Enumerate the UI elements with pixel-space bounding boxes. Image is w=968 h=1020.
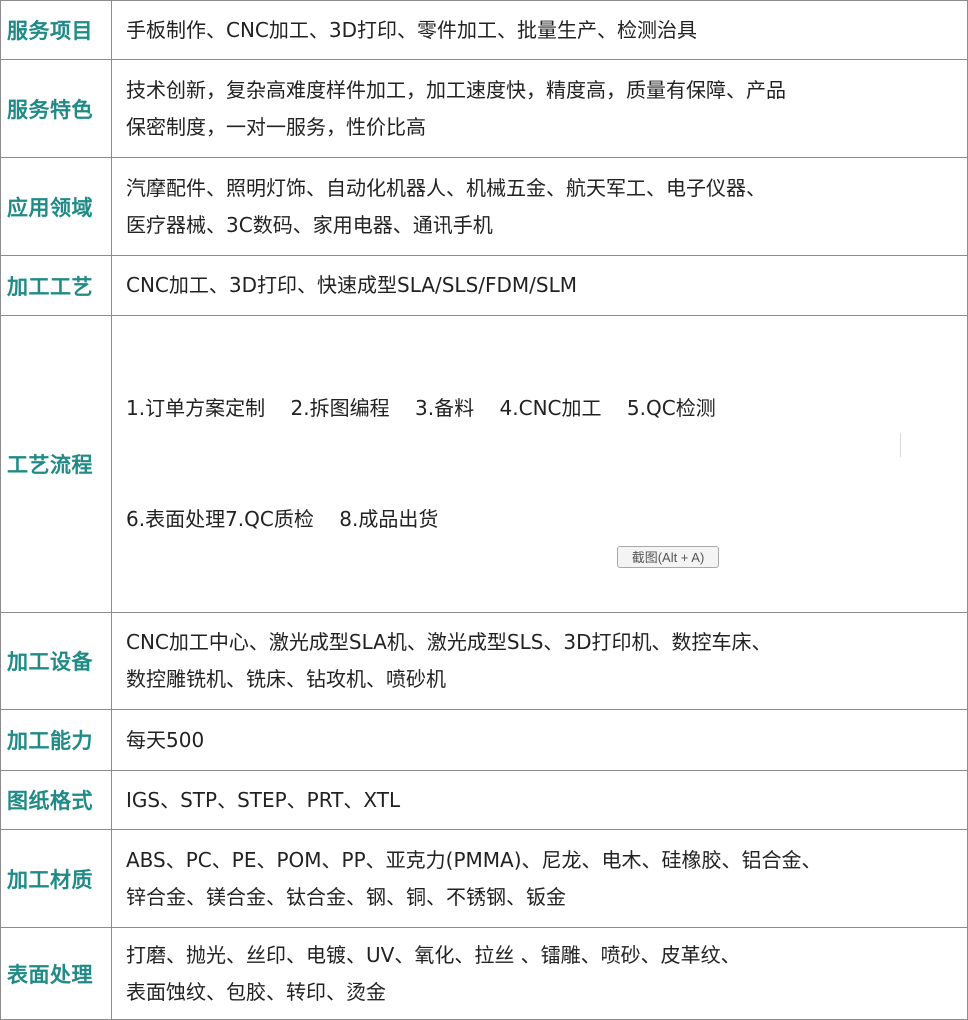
row-label: 加工设备	[0, 612, 112, 710]
row-value: CNC加工中心、激光成型SLA机、激光成型SLS、3D打印机、数控车床、 数控雕…	[111, 612, 968, 710]
row-service-items: 服务项目 手板制作、CNC加工、3D打印、零件加工、批量生产、检测治具	[0, 0, 968, 60]
row-value: 技术创新，复杂高难度样件加工，加工速度快，精度高，质量有保障、产品 保密制度，一…	[111, 59, 968, 158]
row-label: 表面处理	[0, 927, 112, 1020]
value-line: 打磨、抛光、丝印、电镀、UV、氧化、拉丝 、镭雕、喷砂、皮革纹、	[126, 942, 741, 967]
row-process-flow: 工艺流程 1.订单方案定制 2.拆图编程 3.备料 4.CNC加工 5.QC检测…	[0, 315, 968, 613]
row-value: CNC加工、3D打印、快速成型SLA/SLS/FDM/SLM	[111, 255, 968, 316]
row-label: 工艺流程	[0, 315, 112, 613]
row-value: 打磨、抛光、丝印、电镀、UV、氧化、拉丝 、镭雕、喷砂、皮革纹、 表面蚀纹、包胶…	[111, 927, 968, 1020]
row-value: IGS、STP、STEP、PRT、XTL	[111, 770, 968, 830]
screenshot-hint-button[interactable]: 截图(Alt + A)	[617, 546, 719, 568]
value-line: 医疗器械、3C数码、家用电器、通讯手机	[126, 212, 493, 237]
row-value: 每天500	[111, 709, 968, 771]
service-spec-table: 服务项目 手板制作、CNC加工、3D打印、零件加工、批量生产、检测治具 服务特色…	[0, 0, 968, 1020]
row-value: 手板制作、CNC加工、3D打印、零件加工、批量生产、检测治具	[111, 0, 968, 60]
row-label: 服务项目	[0, 0, 112, 60]
value-line: CNC加工中心、激光成型SLA机、激光成型SLS、3D打印机、数控车床、	[126, 630, 772, 654]
value-line: 锌合金、镁合金、钛合金、钢、铜、不锈钢、钣金	[126, 884, 566, 909]
row-application-fields: 应用领域 汽摩配件、照明灯饰、自动化机器人、机械五金、航天军工、电子仪器、 医疗…	[0, 157, 968, 256]
row-value: ABS、PC、PE、POM、PP、亚克力(PMMA)、尼龙、电木、硅橡胶、铝合金…	[111, 829, 968, 928]
row-label: 应用领域	[0, 157, 112, 256]
row-service-features: 服务特色 技术创新，复杂高难度样件加工，加工速度快，精度高，质量有保障、产品 保…	[0, 59, 968, 158]
row-label: 图纸格式	[0, 770, 112, 830]
value-line: CNC加工、3D打印、快速成型SLA/SLS/FDM/SLM	[126, 273, 577, 297]
value-line: 保密制度，一对一服务，性价比高	[126, 114, 426, 139]
value-line: 手板制作、CNC加工、3D打印、零件加工、批量生产、检测治具	[126, 17, 698, 42]
row-processing-tech: 加工工艺 CNC加工、3D打印、快速成型SLA/SLS/FDM/SLM	[0, 255, 968, 316]
row-value: 汽摩配件、照明灯饰、自动化机器人、机械五金、航天军工、电子仪器、 医疗器械、3C…	[111, 157, 968, 256]
row-label: 加工材质	[0, 829, 112, 928]
text-caret	[900, 433, 901, 457]
value-line: 每天500	[126, 727, 205, 752]
value-line: 1.订单方案定制 2.拆图编程 3.备料 4.CNC加工 5.QC检测	[126, 396, 716, 420]
row-value: 1.订单方案定制 2.拆图编程 3.备料 4.CNC加工 5.QC检测 6.表面…	[111, 315, 968, 613]
value-line: ABS、PC、PE、POM、PP、亚克力(PMMA)、尼龙、电木、硅橡胶、铝合金…	[126, 847, 822, 872]
row-surface-treatment: 表面处理 打磨、抛光、丝印、电镀、UV、氧化、拉丝 、镭雕、喷砂、皮革纹、 表面…	[0, 927, 968, 1020]
row-drawing-formats: 图纸格式 IGS、STP、STEP、PRT、XTL	[0, 770, 968, 830]
value-line: 汽摩配件、照明灯饰、自动化机器人、机械五金、航天军工、电子仪器、	[126, 175, 766, 200]
row-materials: 加工材质 ABS、PC、PE、POM、PP、亚克力(PMMA)、尼龙、电木、硅橡…	[0, 829, 968, 928]
row-label: 加工工艺	[0, 255, 112, 316]
row-capacity: 加工能力 每天500	[0, 709, 968, 771]
value-line: 6.表面处理7.QC质检 8.成品出货	[126, 507, 439, 531]
value-line: 表面蚀纹、包胶、转印、烫金	[126, 979, 386, 1004]
value-line: IGS、STP、STEP、PRT、XTL	[126, 787, 401, 812]
row-label: 加工能力	[0, 709, 112, 771]
value-line: 技术创新，复杂高难度样件加工，加工速度快，精度高，质量有保障、产品	[126, 77, 786, 102]
row-label: 服务特色	[0, 59, 112, 158]
value-line: 数控雕铣机、铣床、钻攻机、喷砂机	[126, 667, 446, 691]
row-equipment: 加工设备 CNC加工中心、激光成型SLA机、激光成型SLS、3D打印机、数控车床…	[0, 612, 968, 710]
